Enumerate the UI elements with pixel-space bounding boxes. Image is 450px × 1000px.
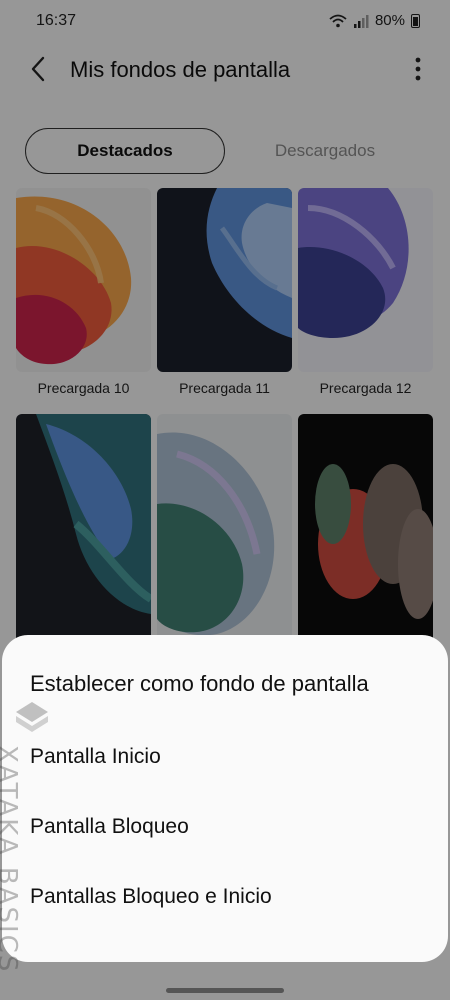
watermark-text: XATAKA BASICS bbox=[0, 745, 22, 974]
option-home-screen[interactable]: Pantalla Inicio bbox=[30, 737, 420, 777]
set-wallpaper-sheet: Establecer como fondo de pantalla Pantal… bbox=[2, 635, 448, 962]
gesture-nav-bar[interactable] bbox=[166, 988, 284, 993]
option-lock-and-home-screen[interactable]: Pantallas Bloqueo e Inicio bbox=[30, 877, 420, 917]
wallpaper-settings-screen: 16:37 80% Mis fondos de pantalla Destaca… bbox=[0, 0, 450, 1000]
sheet-title: Establecer como fondo de pantalla bbox=[30, 671, 369, 696]
watermark-logo bbox=[16, 702, 48, 732]
option-lock-screen[interactable]: Pantalla Bloqueo bbox=[30, 807, 420, 847]
